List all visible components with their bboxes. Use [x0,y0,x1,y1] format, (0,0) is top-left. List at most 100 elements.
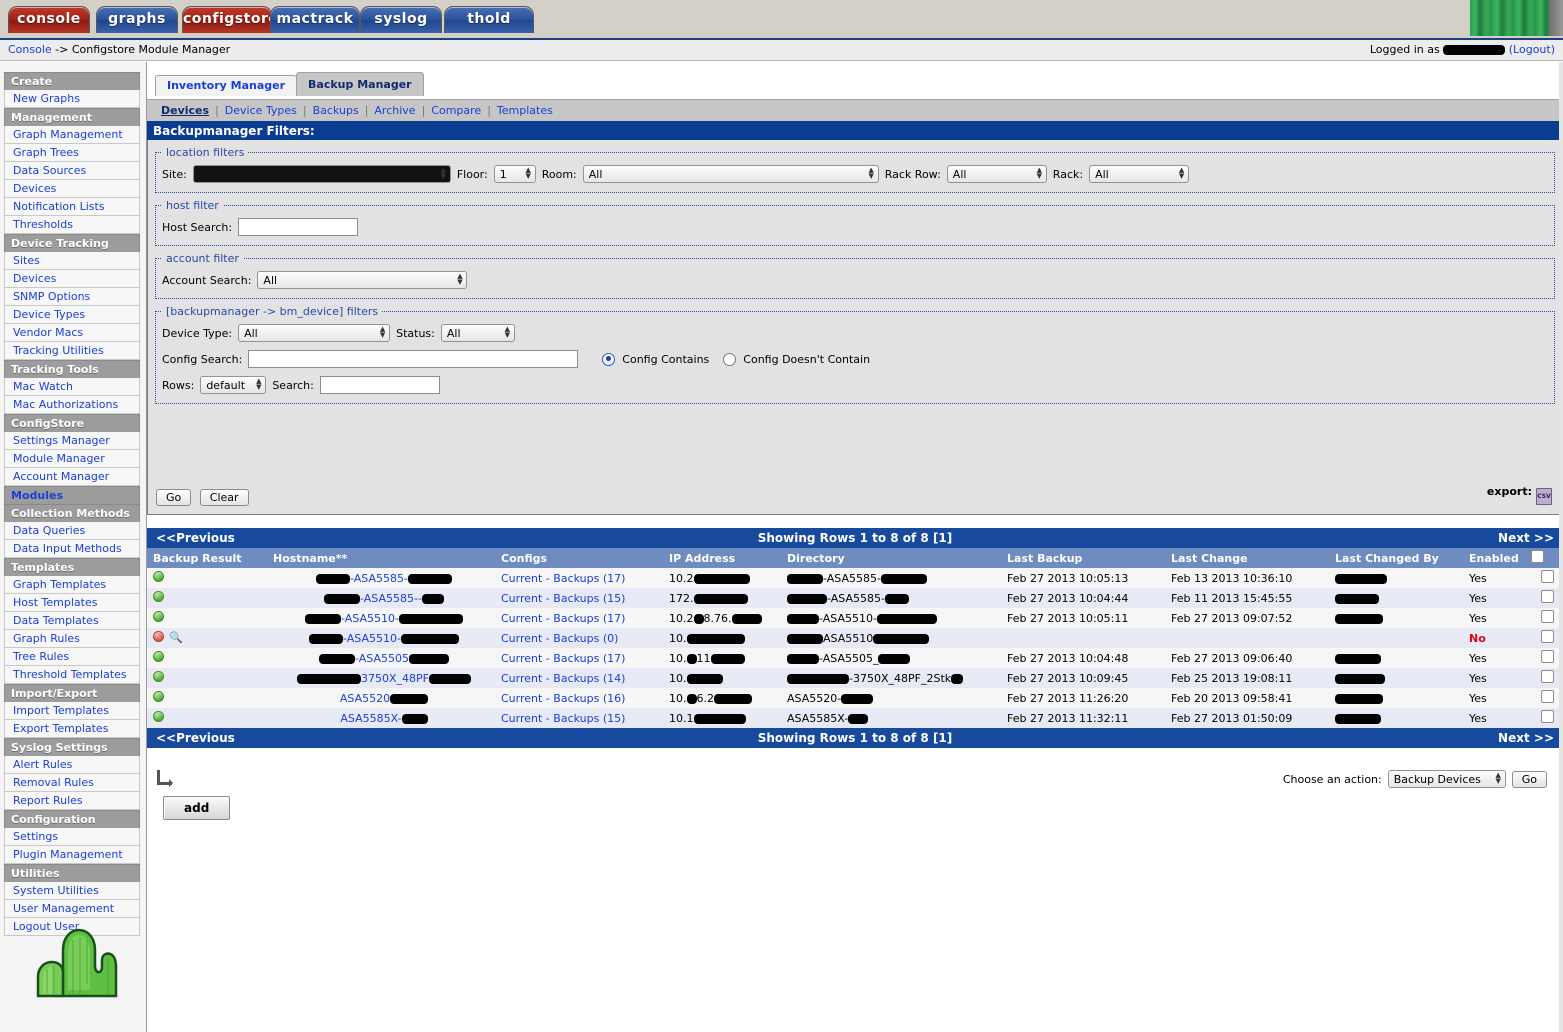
sidebar-item-tree-rules[interactable]: Tree Rules [4,648,140,666]
sidebar-item-new-graphs[interactable]: New Graphs [4,90,140,108]
floor-select-input[interactable]: 1 [493,165,536,183]
sidebar-item-threshold-templates[interactable]: Threshold Templates [4,666,140,684]
sidebar-item-devices[interactable]: Devices [4,270,140,288]
configs-cell[interactable]: Current - Backups (0) [495,628,663,648]
hostname-cell[interactable]: -ASA5585-- [267,588,495,608]
configs-link[interactable]: Current - Backups (17) [501,652,625,665]
row-checkbox-cell[interactable] [1525,568,1563,588]
action-link-compare[interactable]: Compare [431,104,481,117]
configs-link[interactable]: Current - Backups (15) [501,712,625,725]
configs-cell[interactable]: Current - Backups (14) [495,668,663,688]
previous-page-link-top[interactable]: <<Previous [156,531,235,545]
action-link-backups[interactable]: Backups [313,104,359,117]
site-select[interactable]: ▲ ▼ [192,165,451,183]
room-select-input[interactable]: All [582,165,879,183]
sidebar-item-data-templates[interactable]: Data Templates [4,612,140,630]
sidebar-item-import-templates[interactable]: Import Templates [4,702,140,720]
tab-syslog[interactable]: syslog [360,6,442,33]
sidebar-item-thresholds[interactable]: Thresholds [4,216,140,234]
row-checkbox-cell[interactable] [1525,628,1563,648]
column-header-enabled[interactable]: Enabled [1463,548,1525,568]
host-search-input[interactable] [238,218,359,236]
rack-row-select[interactable]: All ▲ ▼ [946,165,1047,183]
configs-cell[interactable]: Current - Backups (15) [495,708,663,728]
table-row[interactable]: -ASA5585- Current - Backups (17) 10.2 -ASA5… [147,568,1563,588]
device-type-select-input[interactable]: All [238,324,391,342]
sidebar-item-sites[interactable]: Sites [4,252,140,270]
hostname-cell[interactable]: ASA5585X- [267,708,495,728]
row-select-checkbox[interactable] [1540,690,1554,703]
rows-select[interactable]: default ▲ ▼ [200,376,267,394]
row-select-checkbox[interactable] [1540,650,1554,663]
column-header-last-backup[interactable]: Last Backup [1001,548,1165,568]
action-link-device-types[interactable]: Device Types [225,104,297,117]
go-button[interactable]: Go [156,489,192,506]
sidebar-item-removal-rules[interactable]: Removal Rules [4,774,140,792]
sidebar-item-graph-rules[interactable]: Graph Rules [4,630,140,648]
clear-button[interactable]: Clear [199,489,249,506]
select-all-checkbox[interactable] [1531,550,1544,563]
previous-page-link-bottom[interactable]: <<Previous [156,731,235,745]
table-row[interactable]: -ASA5585-- Current - Backups (15) 172. -ASA… [147,588,1563,608]
sidebar-item-snmp-options[interactable]: SNMP Options [4,288,140,306]
row-select-checkbox[interactable] [1540,610,1554,623]
column-header-directory[interactable]: Directory [781,548,1001,568]
hostname-cell[interactable]: -ASA5510- [267,628,495,648]
row-checkbox-cell[interactable] [1525,608,1563,628]
add-button[interactable]: add [163,796,231,820]
page-scrollbar[interactable] [1559,62,1563,1032]
hostname-link[interactable]: -ASA5585- [316,572,452,585]
config-contains-radio[interactable] [602,352,616,366]
sidebar-item-report-rules[interactable]: Report Rules [4,792,140,810]
configs-link[interactable]: Current - Backups (16) [501,692,625,705]
logout-link[interactable]: (Logout) [1509,43,1555,56]
row-select-checkbox[interactable] [1540,630,1554,643]
action-select[interactable]: Backup Devices ▲ ▼ [1387,770,1506,788]
account-search-select[interactable]: All ▲ ▼ [257,271,468,289]
configs-cell[interactable]: Current - Backups (17) [495,568,663,588]
sidebar-item-settings[interactable]: Settings [4,828,140,846]
row-checkbox-cell[interactable] [1525,708,1563,728]
configs-cell[interactable]: Current - Backups (17) [495,648,663,668]
column-header-configs[interactable]: Configs [495,548,663,568]
tab-console[interactable]: console [8,6,90,33]
sidebar-item-tracking-utilities[interactable]: Tracking Utilities [4,342,140,360]
table-row[interactable]: ASA5585X- Current - Backups (15) 10.1 ASA55… [147,708,1563,728]
status-select-input[interactable]: All [440,324,515,342]
configs-link[interactable]: Current - Backups (17) [501,572,625,585]
sidebar-item-graph-templates[interactable]: Graph Templates [4,576,140,594]
table-row[interactable]: -ASA5505 Current - Backups (17) 10. 11 -ASA5… [147,648,1563,668]
sidebar-item-devices[interactable]: Devices [4,180,140,198]
hostname-cell[interactable]: 3750X_48PF [267,668,495,688]
action-select-input[interactable]: Backup Devices [1387,770,1506,788]
csv-export-icon[interactable]: CSV [1536,488,1552,505]
search-input[interactable] [319,376,440,394]
row-select-checkbox[interactable] [1540,710,1554,723]
action-link-archive[interactable]: Archive [374,104,415,117]
tab-inventory-manager[interactable]: Inventory Manager [155,75,298,96]
rows-select-input[interactable]: default [200,376,267,394]
floor-select[interactable]: 1 ▲ ▼ [493,165,536,183]
next-page-link-bottom[interactable]: Next >> [1498,731,1554,745]
rack-select[interactable]: All ▲ ▼ [1089,165,1190,183]
row-checkbox-cell[interactable] [1525,688,1563,708]
tab-thold[interactable]: thold [444,6,534,33]
tab-graphs[interactable]: graphs [96,6,178,33]
sidebar-item-alert-rules[interactable]: Alert Rules [4,756,140,774]
configs-cell[interactable]: Current - Backups (17) [495,608,663,628]
sidebar-item-plugin-management[interactable]: Plugin Management [4,846,140,864]
column-header-backup-result[interactable]: Backup Result [147,548,267,568]
hostname-link[interactable]: -ASA5585-- [324,592,444,605]
table-row[interactable]: 🔍 -ASA5510- Current - Backups (0) 10. ASA551… [147,628,1563,648]
configs-cell[interactable]: Current - Backups (16) [495,688,663,708]
magnifier-icon[interactable]: 🔍 [169,631,183,644]
sidebar-item-user-management[interactable]: User Management [4,900,140,918]
configs-cell[interactable]: Current - Backups (15) [495,588,663,608]
row-select-checkbox[interactable] [1540,570,1554,583]
sidebar-item-graph-management[interactable]: Graph Management [4,126,140,144]
sidebar-item-host-templates[interactable]: Host Templates [4,594,140,612]
tab-mactrack[interactable]: mactrack [270,6,360,33]
hostname-cell[interactable]: -ASA5505 [267,648,495,668]
next-page-link-top[interactable]: Next >> [1498,531,1554,545]
row-select-checkbox[interactable] [1540,590,1554,603]
